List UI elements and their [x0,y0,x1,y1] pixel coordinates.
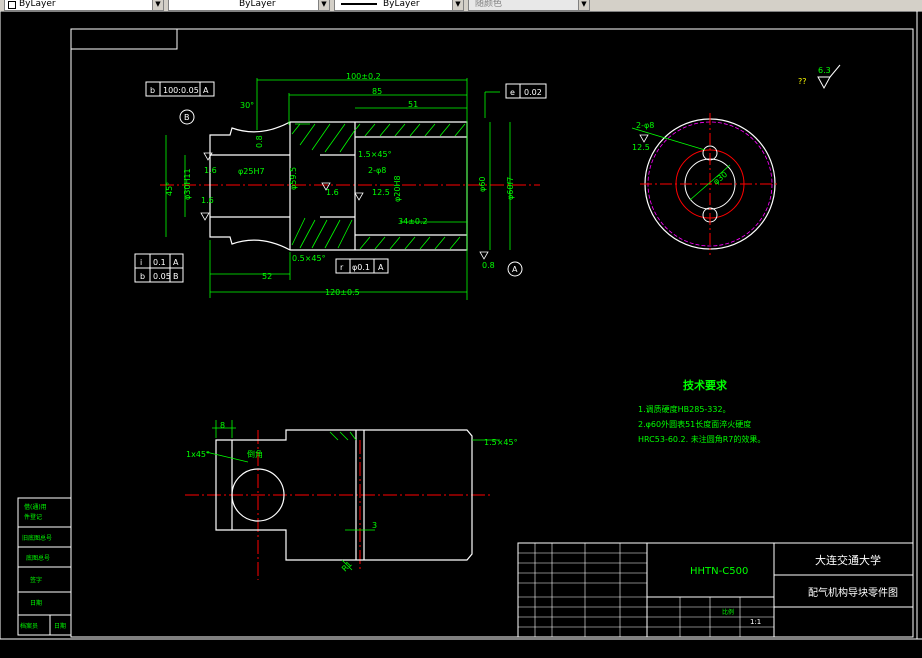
drawing-label: 1:1 [750,618,761,626]
corner-roughness: 6.3 ?? [798,64,841,90]
lineweight-sample [341,3,377,5]
drawing-label: i [140,258,142,267]
drawing-label: 85 [372,87,382,96]
drawing-label: B [173,272,179,281]
drawing-label: φ60 [478,177,487,192]
drawing-label: 底图总号 [26,554,50,562]
drawing-frame [70,28,914,638]
drawing-label: 0.05 [153,272,171,281]
drawing-label: ?? [798,77,807,86]
drawing-label: φ60f7 [506,177,515,200]
drawing-label: 120±0.5 [325,288,360,297]
drawing-label: 大连交通大学 [815,553,881,567]
drawing-label: b [140,272,145,281]
drawing-label: 34±0.2 [398,217,428,226]
drawing-label: 比例 [722,608,734,616]
drawing-label: 日期 [54,622,66,630]
drawing-label: 51 [408,100,418,109]
drawing-label: φ0.1 [352,263,370,272]
drawing-label: φ59.5 [289,167,298,190]
drawing-label: 0.5×45° [292,254,326,263]
drawing-label: A [512,265,518,274]
drawing-label: 2.φ60外圆表51长度面淬火硬度 [638,419,751,429]
drawing-label: 45° [165,182,174,196]
drawing-label: 30° [240,101,254,110]
drawing-label: A [173,258,179,267]
drawing-label: 件登记 [24,513,42,521]
drawing-label: 档案员 [20,622,38,630]
drawing-label: 借(通)用 [24,503,47,511]
drawing-label: 0.8 [255,135,264,148]
drawing-label: 配气机构导块零件图 [808,586,898,599]
drawing-label: b [150,86,155,95]
technical-requirements: 技术要求 1.调质硬度HB285-332。 2.φ60外圆表51长度面淬火硬度 … [638,378,765,444]
drawing-label: 100:0.05 [163,86,199,95]
drawing-label: R1 [340,560,354,574]
drawing-label: A [378,263,384,272]
drawing-label: 日期 [30,599,42,607]
drawing-label: φ30H11 [183,168,192,200]
chevron-down-icon[interactable]: ▼ [578,0,589,10]
drawing-label: HHTN-C500 [690,566,748,577]
drawing-label: 52 [262,272,272,281]
left-register-strip: 借(通)用 件登记 旧底图总号 底图总号 签字 日期 档案员 日期 [17,497,72,636]
drawing-label: r [340,263,344,272]
drawing-label: 1.5×45° [484,438,518,447]
title-block: HHTN-C500 大连交通大学 配气机构导块零件图 比例 1:1 [517,542,914,638]
plotstyle-combo[interactable]: 随颜色 ▼ [468,0,590,11]
drawing-canvas[interactable]: 100±0.2 85 51 52 120±0.5 φ25H7 φ59.5 φ60… [0,11,922,658]
drawing-label: 签字 [30,576,42,584]
drawing-label: 技术要求 [683,378,728,392]
drawing-label: 旧底图总号 [22,534,52,542]
drawing-label: 1.5×45° [358,150,392,159]
drawing-label: 1.6 [201,196,214,205]
side-view: 2-φ8 12.5 φ30 [631,113,780,255]
drawing-label: 1.6 [326,188,339,197]
drawing-label: 1x45° [186,450,210,459]
lower-view: 8 1x45° 1.5×45° 3 倒角 R1 [185,420,518,580]
chevron-down-icon[interactable]: ▼ [452,0,463,10]
chevron-down-icon[interactable]: ▼ [318,0,329,10]
main-section-view: 100±0.2 85 51 52 120±0.5 φ25H7 φ59.5 φ60… [134,72,547,300]
color-combo[interactable]: ByLayer ▼ [4,0,164,11]
drawing-label: 12.5 [632,143,650,152]
drawing-label: 1.6 [204,166,217,175]
drawing-label: e [510,88,515,97]
drawing-label: 2-φ8 [368,166,386,175]
chevron-down-icon[interactable]: ▼ [152,0,163,10]
drawing-label: 1.调质硬度HB285-332。 [638,404,731,414]
drawing-label: B [184,113,190,122]
drawing-label: 倒角 [247,449,263,459]
drawing-label: 2-φ8 [636,121,654,130]
drawing-label: A [203,86,209,95]
drawing-label: HRC53-60.2. 未注圆角R7的效果。 [638,434,765,444]
drawing-label: 0.1 [153,258,166,267]
drawing-label: 0.8 [482,261,495,270]
drawing-label: 3 [372,521,377,530]
drawing-label: 8 [220,421,225,430]
linetype-combo[interactable]: ByLayer ▼ [168,0,330,11]
drawing-label: φ25H7 [238,167,265,176]
drawing-label: 6.3 [818,66,831,75]
drawing-label: 0.02 [524,88,542,97]
color-swatch-icon [8,1,16,9]
lineweight-combo[interactable]: ByLayer ▼ [334,0,464,11]
corner-box [70,28,178,50]
drawing-label: 12.5 [372,188,390,197]
drawing-label: 100±0.2 [346,72,381,81]
drawing-label: φ20H8 [393,175,402,202]
